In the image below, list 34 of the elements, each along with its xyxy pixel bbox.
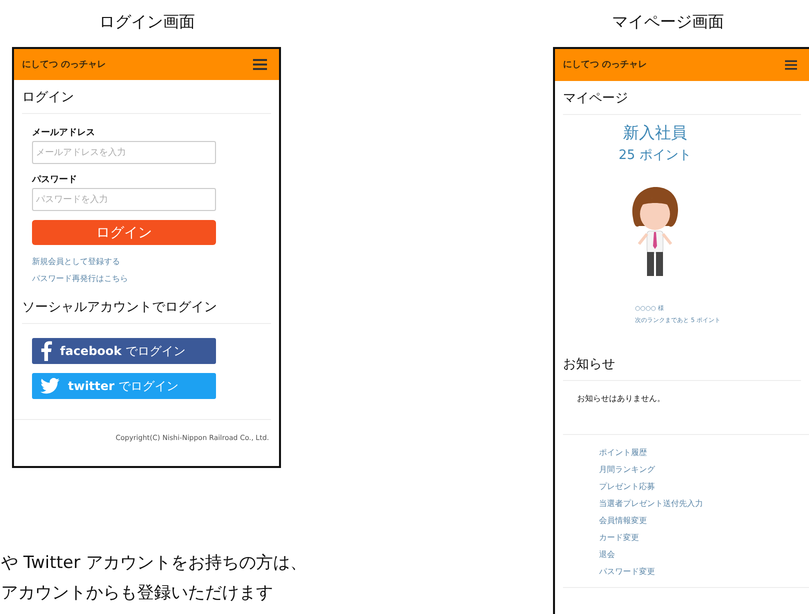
text-link[interactable]: 新規会員として登録する <box>32 256 120 267</box>
social-login-button[interactable]: facebook でログイン <box>32 338 216 364</box>
login-button[interactable]: ログイン <box>32 220 216 245</box>
menu-link[interactable]: ポイント履歴 <box>599 446 647 458</box>
menu-link[interactable]: 月間ランキング <box>599 464 655 475</box>
screen-caption: ログイン画面 <box>98 12 196 33</box>
menu-link[interactable]: 退会 <box>599 548 615 560</box>
menu-link[interactable]: プレゼント応募 <box>599 480 655 492</box>
text-link[interactable]: パスワード再発行はこちら <box>32 273 128 284</box>
input-field[interactable]: パスワードを入力 <box>32 188 216 211</box>
section-heading: お知らせ <box>563 354 801 381</box>
menu-link[interactable]: パスワード変更 <box>599 566 655 577</box>
page-heading: マイページ <box>563 88 801 115</box>
menu-link[interactable]: 当選者プレゼント送付先入力 <box>599 498 703 509</box>
social-login-button[interactable]: twitter でログイン <box>32 373 216 399</box>
screen-caption: マイページ画面 <box>611 12 725 33</box>
news-message: お知らせはありません。 <box>563 380 809 435</box>
f-logo-icon <box>40 341 52 361</box>
menu-link[interactable]: カード変更 <box>599 532 639 543</box>
input-field[interactable]: メールアドレスを入力 <box>32 141 216 164</box>
app-title: にしてつ のっチャレ <box>22 59 106 71</box>
bird-icon <box>40 378 60 394</box>
page-heading: ログイン <box>22 88 271 114</box>
points-text: 25 ポイント <box>618 146 692 164</box>
menu-icon[interactable] <box>785 60 797 70</box>
app-title: にしてつ のっチャレ <box>563 59 648 72</box>
section-heading: ソーシャルアカウントでログイン <box>22 298 271 324</box>
rank-title: 新入社員 <box>623 122 687 144</box>
field-label: パスワード <box>32 174 78 186</box>
description-text: アカウントからも登録いただけます <box>1 582 274 605</box>
menu-link[interactable]: 会員情報変更 <box>599 514 647 526</box>
description-text: や Twitter アカウントをお持ちの方は、 <box>1 552 307 575</box>
menu-icon[interactable] <box>253 59 267 70</box>
field-label: メールアドレス <box>32 127 96 139</box>
